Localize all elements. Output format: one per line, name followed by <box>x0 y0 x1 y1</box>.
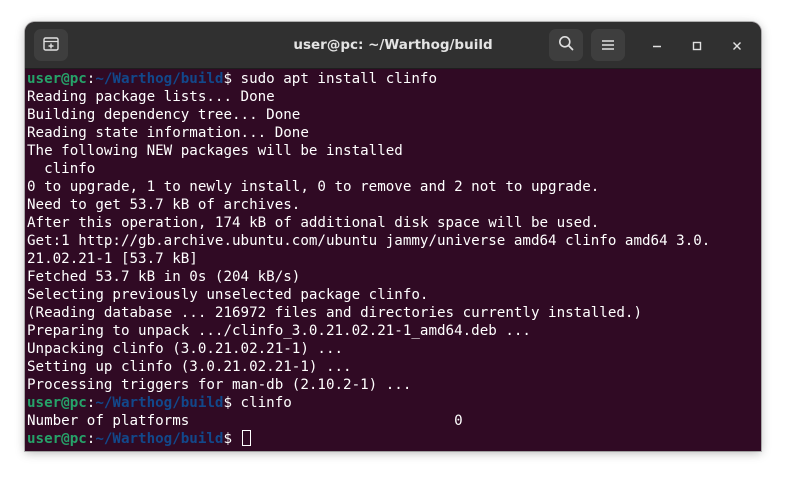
prompt-line: user@pc:~/Warthog/build$ clinfo <box>27 394 292 412</box>
command-text: sudo apt install clinfo <box>232 71 438 87</box>
output-line: Building dependency tree... Done <box>27 107 301 123</box>
output-line: (Reading database ... 216972 files and d… <box>27 305 642 321</box>
prompt-path: ~/Warthog/build <box>95 71 224 87</box>
output-line: Unpacking clinfo (3.0.21.02.21-1) ... <box>27 341 344 357</box>
close-icon <box>732 36 742 55</box>
prompt-line: user@pc:~/Warthog/build$ <box>27 430 251 448</box>
output-line: 0 to upgrade, 1 to newly install, 0 to r… <box>27 179 600 195</box>
maximize-button[interactable] <box>686 34 708 56</box>
prompt-user-host: user@pc <box>27 431 87 447</box>
output-line: Preparing to unpack .../clinfo_3.0.21.02… <box>27 323 531 339</box>
output-line: After this operation, 174 kB of addition… <box>27 215 600 231</box>
command-text <box>232 431 241 447</box>
command-text: clinfo <box>232 395 292 411</box>
title-bar[interactable]: user@pc: ~/Warthog/build <box>25 22 761 69</box>
minimize-button[interactable] <box>646 34 668 56</box>
minimize-icon <box>652 36 662 55</box>
output-line: Fetched 53.7 kB in 0s (204 kB/s) <box>27 269 301 285</box>
scrollbar[interactable] <box>756 73 760 445</box>
new-tab-icon <box>43 36 59 55</box>
prompt-path: ~/Warthog/build <box>95 431 224 447</box>
search-button[interactable] <box>549 29 583 61</box>
search-icon <box>558 35 574 55</box>
output-line: Processing triggers for man-db (2.10.2-1… <box>27 377 412 393</box>
new-tab-button[interactable] <box>34 29 68 61</box>
text-cursor <box>241 430 251 446</box>
hamburger-menu-icon <box>601 36 615 55</box>
output-line: Selecting previously unselected package … <box>27 287 429 303</box>
output-line: Setting up clinfo (3.0.21.02.21-1) ... <box>27 359 352 375</box>
prompt-symbol: $ <box>223 71 233 87</box>
prompt-symbol: $ <box>223 431 233 447</box>
terminal-output[interactable]: user@pc:~/Warthog/build$ sudo apt instal… <box>25 69 761 451</box>
maximize-icon <box>692 36 702 55</box>
output-line: Number of platforms 0 <box>27 413 463 429</box>
output-line: Need to get 53.7 kB of archives. <box>27 197 301 213</box>
prompt-user-host: user@pc <box>27 395 87 411</box>
output-line: Get:1 http://gb.archive.ubuntu.com/ubunt… <box>27 233 711 249</box>
prompt-symbol: $ <box>223 395 233 411</box>
prompt-line: user@pc:~/Warthog/build$ sudo apt instal… <box>27 70 437 88</box>
menu-button[interactable] <box>591 29 625 61</box>
output-line: Reading state information... Done <box>27 125 309 141</box>
prompt-user-host: user@pc <box>27 71 87 87</box>
output-line: The following NEW packages will be insta… <box>27 143 403 159</box>
output-line: 21.02.21-1 [53.7 kB] <box>27 251 198 267</box>
output-line: Reading package lists... Done <box>27 89 275 105</box>
terminal-window: user@pc: ~/Warthog/build user@pc:~/Warth… <box>25 22 761 451</box>
output-line: clinfo <box>27 161 96 177</box>
close-button[interactable] <box>726 34 748 56</box>
prompt-path: ~/Warthog/build <box>95 395 224 411</box>
